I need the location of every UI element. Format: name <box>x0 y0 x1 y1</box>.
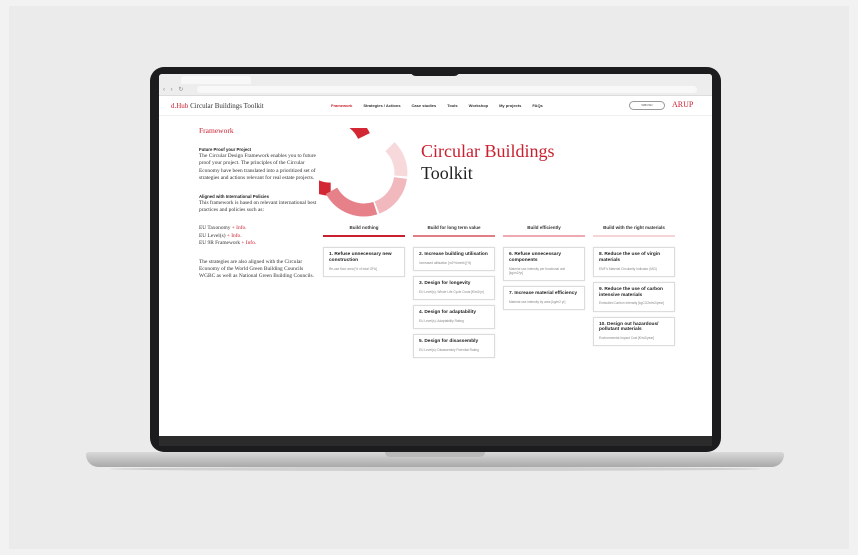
strategy-card[interactable]: 1. Refuse unnecessary new construction Re… <box>323 247 405 277</box>
hero-title-line1: Circular Buildings <box>421 141 555 161</box>
partner-logo[interactable]: WBCSD <box>629 101 665 110</box>
card-title: 7. Increase material efficiency <box>509 291 577 296</box>
strategy-card[interactable]: 2. Increase building utilisation Increase… <box>413 247 495 271</box>
policy-info-link[interactable]: + Info. <box>227 233 242 239</box>
strategy-column: Build nothing 1. Refuse unnecessary new c… <box>323 225 405 282</box>
policy-name: EU Level(s) <box>199 232 226 239</box>
card-metric: EMF's Material Circularity Indicator (MC… <box>599 266 658 271</box>
strategy-card[interactable]: 4. Design for adaptability EU Level(s): A… <box>413 305 495 329</box>
laptop-shadow <box>110 467 760 471</box>
hero-title-line2: Toolkit <box>421 163 473 183</box>
future-proof-text: The Circular Design Framework enables yo… <box>199 153 316 182</box>
brand-suffix: Circular Buildings Toolkit <box>188 102 264 110</box>
browser-toolbar: ‹ › ↻ <box>159 74 712 96</box>
arup-logo[interactable]: ARUP <box>672 100 693 109</box>
strategy-card[interactable]: 9. Reduce the use of carbon intensive ma… <box>593 281 675 312</box>
nav-item-faqs[interactable]: FAQs <box>532 103 542 108</box>
donut-segment-efficiently[interactable] <box>374 176 407 214</box>
intro-column: Framework Future Proof your Project The … <box>199 126 319 281</box>
nav-item-my-projects[interactable]: My projects <box>499 103 521 108</box>
card-title: 9. Reduce the use of carbon intensive ma… <box>599 286 663 298</box>
column-title[interactable]: Build for long term value <box>413 225 495 237</box>
card-metric: EU Level(s): Disassembly Potential Ratin… <box>419 347 479 352</box>
card-metric: EU Level(s): Whole Life Cycle Costs [€/m… <box>419 289 484 294</box>
policies-subheading: Aligned with International Policies <box>199 193 269 199</box>
strategy-card[interactable]: 6. Refuse unnecessary components Material… <box>503 247 585 281</box>
nav-item-workshop[interactable]: Workshop <box>469 103 488 108</box>
strategy-card[interactable]: 3. Design for longevity EU Level(s): Whol… <box>413 276 495 300</box>
hero-title: Circular Buildings Toolkit <box>421 140 555 184</box>
address-bar[interactable] <box>197 86 697 93</box>
future-proof-subheading: Future Proof your Project <box>199 147 252 152</box>
strategy-card[interactable]: 7. Increase material efficiency Material … <box>503 286 585 310</box>
column-title[interactable]: Build with the right materials <box>593 225 675 237</box>
card-title: 8. Reduce the use of virgin materials <box>599 252 661 263</box>
strategy-column: Build with the right materials 8. Reduce … <box>593 225 675 351</box>
nav-item-tools[interactable]: Tools <box>447 103 457 108</box>
alignment-text: The strategies are also aligned with the… <box>199 258 314 280</box>
laptop-screen: ‹ › ↻ d.Hub Circular Buildings Toolkit F… <box>159 74 712 446</box>
main-nav: Framework Strategies / Actions Case studie… <box>331 103 543 108</box>
brand-prefix: d.Hub <box>171 102 189 110</box>
framework-heading: Framework <box>199 126 234 135</box>
card-metric: Increased utilisation [m2*h/week] [%] <box>419 260 472 265</box>
strategy-column: Build efficiently 6. Refuse unnecessary c… <box>503 225 585 315</box>
card-metric: Environmental Impact Cost [€/m2/year] <box>599 336 655 341</box>
strategy-card[interactable]: 8. Reduce the use of virgin materials EMF… <box>593 247 675 277</box>
card-title: 1. Refuse unnecessary new construction <box>329 252 392 263</box>
nav-item-strategies-actions[interactable]: Strategies / Actions <box>363 103 400 108</box>
donut-segment-build-nothing[interactable] <box>319 128 370 196</box>
policy-name: EU 9R Framework <box>199 240 241 247</box>
policies-text: This framework is based on relevant inte… <box>199 199 317 214</box>
card-title: 5. Design for disassembly <box>419 339 479 344</box>
donut-segment-long-term[interactable] <box>325 187 378 217</box>
policy-eu-9r: EU 9R Framework + Info. <box>199 240 319 247</box>
card-metric: Material use intensity by area [kg/m2 yr… <box>509 299 566 304</box>
card-title: 3. Design for longevity <box>419 281 471 286</box>
card-metric: Re-use floor area [% of total GFA] <box>329 266 377 271</box>
column-title[interactable]: Build nothing <box>323 225 405 237</box>
browser-nav-icons[interactable]: ‹ › ↻ <box>163 86 185 93</box>
policy-name: EU Taxonomy <box>199 225 231 232</box>
policy-list: EU Taxonomy + Info. EU Level(s) + Info. … <box>199 225 319 247</box>
strategy-card[interactable]: 5. Design for disassembly EU Level(s): Di… <box>413 334 495 358</box>
nav-item-case-studies[interactable]: Case studies <box>412 103 437 108</box>
laptop-base <box>86 452 784 467</box>
policy-info-link[interactable]: + Info. <box>232 225 247 231</box>
strategy-card[interactable]: 10. Design out hazardous/ pollutant mate… <box>593 316 675 347</box>
laptop-lid: ‹ › ↻ d.Hub Circular Buildings Toolkit F… <box>150 67 721 452</box>
laptop-base-notch <box>385 452 485 457</box>
site-header: d.Hub Circular Buildings Toolkit Framewo… <box>159 95 712 116</box>
card-metric: Material use intensity per functional un… <box>509 266 565 275</box>
strategy-column: Build for long term value 2. Increase bui… <box>413 225 495 363</box>
donut-segment-right-materials[interactable] <box>385 142 408 177</box>
circular-donut-graphic <box>319 128 408 217</box>
card-metric: EU Level(s): Adaptability Rating <box>419 318 464 323</box>
screen-bottom-strip <box>159 436 712 446</box>
brand-logo[interactable]: d.Hub Circular Buildings Toolkit <box>171 102 264 110</box>
card-metric: Embodied Carbon intensity [kgCO2e/m2/yea… <box>599 301 665 306</box>
card-title: 6. Refuse unnecessary components <box>509 252 561 263</box>
camera-notch <box>410 67 460 76</box>
policy-info-link[interactable]: + Info. <box>241 240 256 246</box>
column-title[interactable]: Build efficiently <box>503 225 585 237</box>
card-title: 2. Increase building utilisation <box>419 252 488 257</box>
policy-eu-taxonomy: EU Taxonomy + Info. <box>199 225 319 232</box>
card-title: 10. Design out hazardous/ pollutant mate… <box>599 321 659 333</box>
card-title: 4. Design for adaptability <box>419 310 477 315</box>
browser-tab[interactable] <box>181 76 251 84</box>
nav-item-framework[interactable]: Framework <box>331 103 352 108</box>
